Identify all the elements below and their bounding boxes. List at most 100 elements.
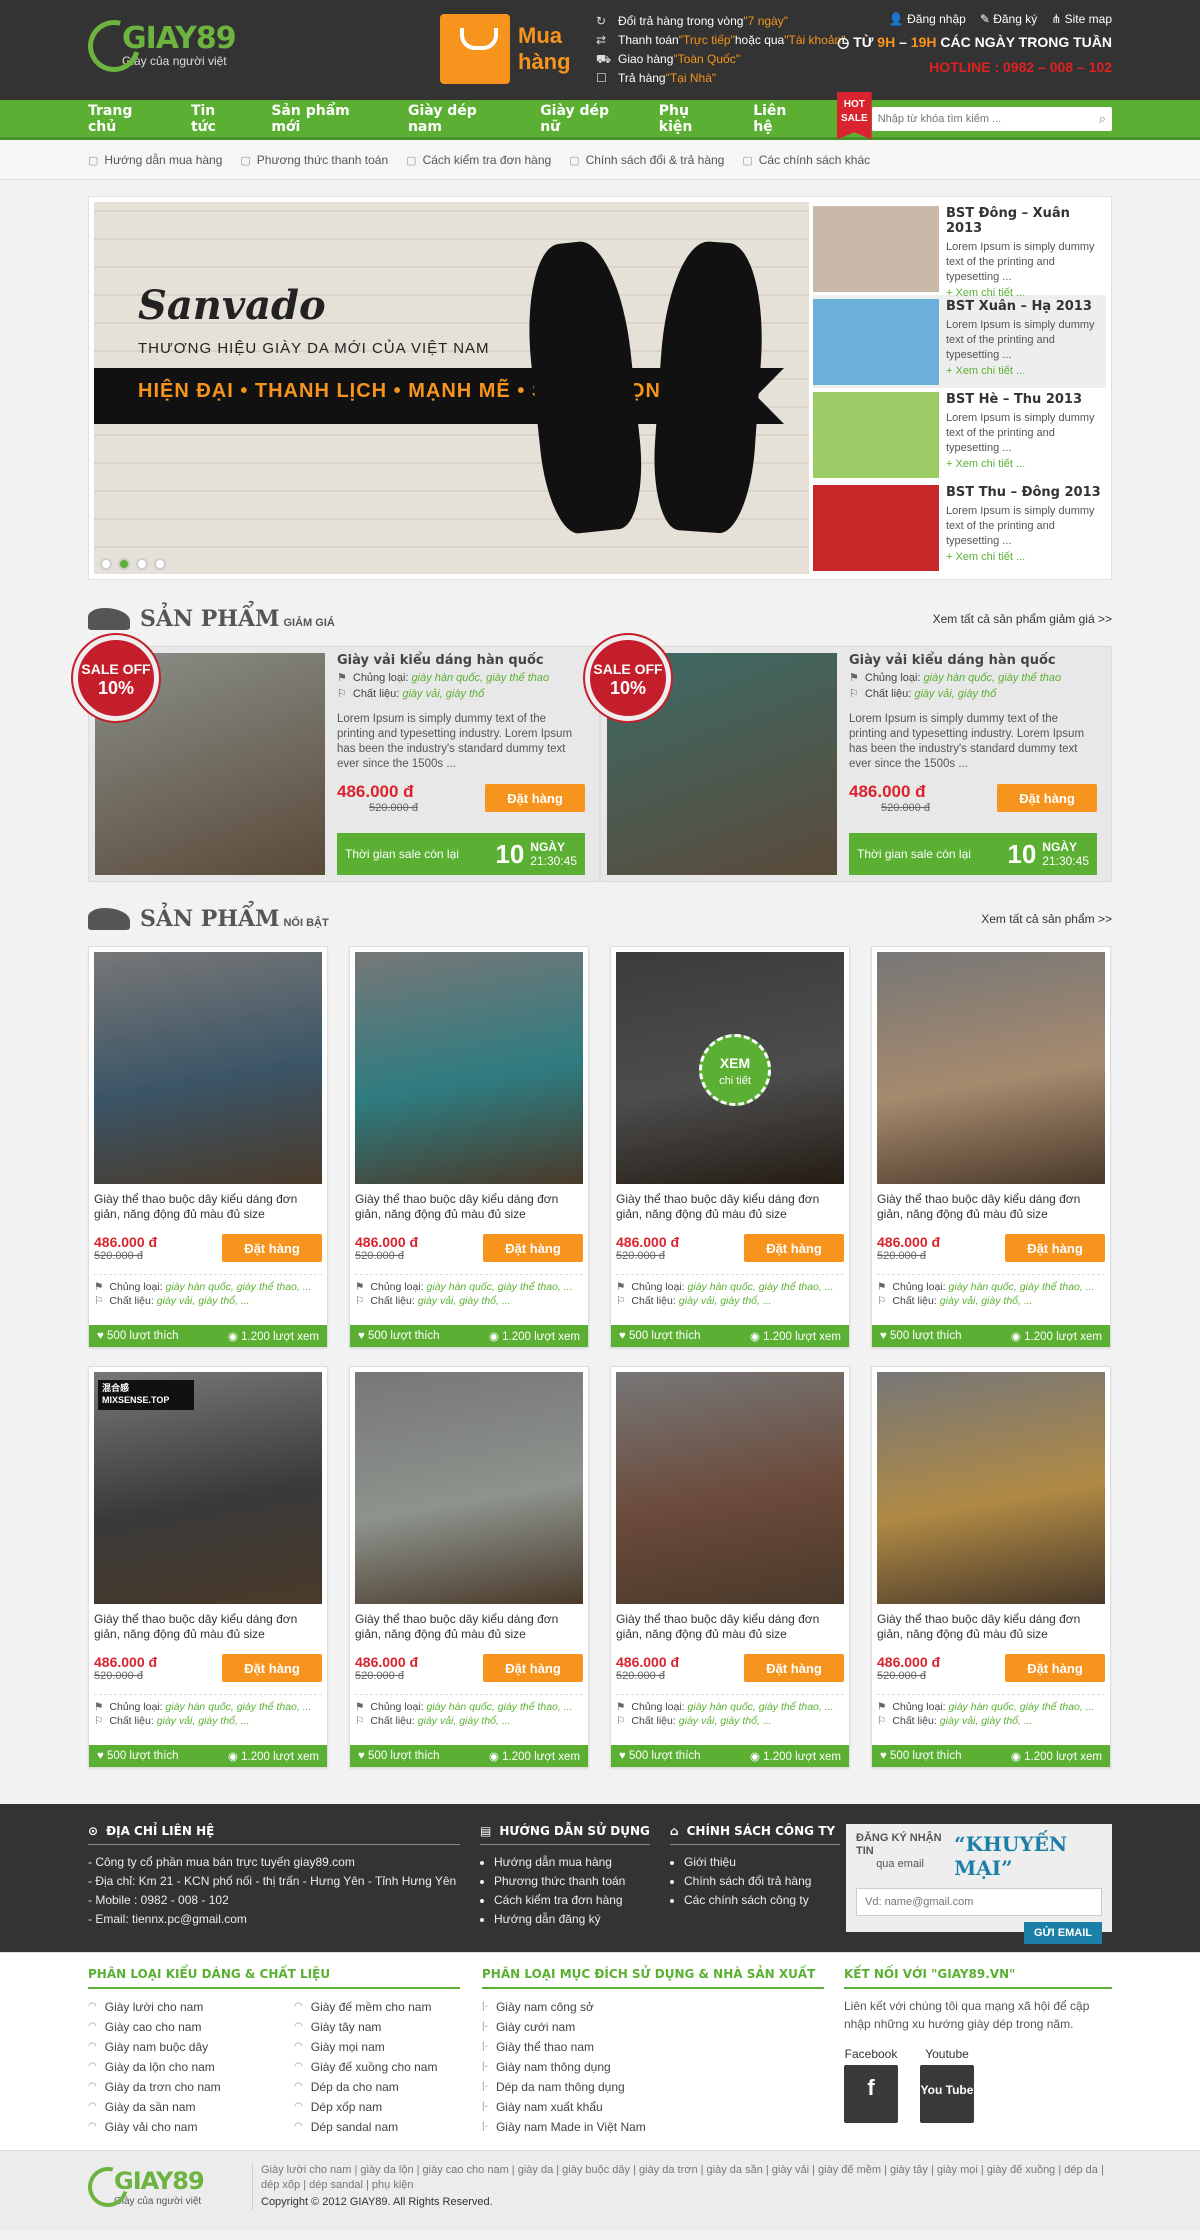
- use-category-link[interactable]: |- Giày nam xuất khẩu: [482, 2097, 824, 2117]
- order-button[interactable]: Đặt hàng: [483, 1654, 583, 1682]
- likes-count[interactable]: ♥ 500 lượt thích: [358, 1330, 440, 1342]
- likes-count[interactable]: ♥ 500 lượt thích: [619, 1330, 701, 1342]
- product-image[interactable]: [877, 952, 1105, 1184]
- product-image[interactable]: [877, 1372, 1105, 1604]
- order-button[interactable]: Đặt hàng: [744, 1234, 844, 1262]
- collection-item[interactable]: BST Hè – Thu 2013 Lorem Ipsum is simply d…: [813, 388, 1106, 481]
- likes-count[interactable]: ♥ 500 lượt thích: [880, 1750, 962, 1762]
- category-link[interactable]: ◠ Dép xốp nam: [294, 2097, 437, 2117]
- product-name[interactable]: Giày thể thao buộc dây kiểu dáng đơn giả…: [94, 1612, 322, 1642]
- product-image[interactable]: [94, 952, 322, 1184]
- product-image[interactable]: [616, 1372, 844, 1604]
- category-link[interactable]: ◠ Giày mọi nam: [294, 2037, 437, 2057]
- nav-item[interactable]: Liên hệ: [753, 103, 809, 135]
- nav-item[interactable]: Giày dép nam: [408, 103, 512, 135]
- sitemap-link[interactable]: ⋔ Site map: [1051, 12, 1112, 26]
- subnav-item[interactable]: ▢ Các chính sách khác: [742, 153, 870, 167]
- subnav-item[interactable]: ▢ Phương thức thanh toán: [240, 153, 388, 167]
- facebook-link[interactable]: Facebook f: [844, 2047, 898, 2123]
- slider-dot[interactable]: [136, 558, 148, 570]
- email-field[interactable]: [856, 1888, 1102, 1916]
- category-link[interactable]: ◠ Dép da cho nam: [294, 2077, 437, 2097]
- guide-link[interactable]: Hướng dẫn mua hàng: [494, 1853, 650, 1872]
- use-category-link[interactable]: |- Giày nam công sở: [482, 1997, 824, 2017]
- send-email-button[interactable]: GỬI EMAIL: [1023, 1922, 1102, 1944]
- product-image[interactable]: XEM chi tiết: [616, 952, 844, 1184]
- subnav-item[interactable]: ▢ Hướng dẫn mua hàng: [88, 153, 222, 167]
- nav-item[interactable]: Tin tức: [191, 103, 243, 135]
- view-all-products-link[interactable]: Xem tất cả sản phẩm >>: [981, 912, 1112, 926]
- product-image[interactable]: [355, 1372, 583, 1604]
- product-name[interactable]: Giày thể thao buộc dây kiểu dáng đơn giả…: [355, 1192, 583, 1222]
- slider-dot[interactable]: [100, 558, 112, 570]
- subnav-item[interactable]: ▢ Chính sách đổi & trả hàng: [569, 153, 724, 167]
- category-link[interactable]: ◠ Giày đế xuồng cho nam: [294, 2057, 437, 2077]
- use-category-link[interactable]: |- Giày nam Made in Việt Nam: [482, 2117, 824, 2137]
- category-link[interactable]: ◠ Giày cao cho nam: [88, 2017, 294, 2037]
- product-name[interactable]: Giày thể thao buộc dây kiểu dáng đơn giả…: [877, 1192, 1105, 1222]
- policy-link[interactable]: Giới thiệu: [684, 1853, 840, 1872]
- policy-link[interactable]: Các chính sách công ty: [684, 1891, 840, 1910]
- collection-item[interactable]: BST Thu – Đông 2013 Lorem Ipsum is simply…: [813, 481, 1106, 574]
- product-name[interactable]: Giày thể thao buộc dây kiểu dáng đơn giả…: [94, 1192, 322, 1222]
- category-link[interactable]: ◠ Giày đế mềm cho nam: [294, 1997, 437, 2017]
- likes-count[interactable]: ♥ 500 lượt thích: [619, 1750, 701, 1762]
- register-link[interactable]: ✎ Đăng ký: [980, 12, 1037, 26]
- product-image[interactable]: 混合感 MIXSENSE.TOP: [94, 1372, 322, 1604]
- nav-item[interactable]: Giày dép nữ: [540, 103, 631, 135]
- product-title[interactable]: Giày vải kiểu dáng hàn quốc: [849, 653, 1097, 668]
- collection-more-link[interactable]: + Xem chi tiết ...: [946, 287, 1106, 299]
- slider-dot[interactable]: [154, 558, 166, 570]
- collection-item[interactable]: BST Xuân – Hạ 2013 Lorem Ipsum is simply …: [813, 295, 1106, 388]
- nav-item[interactable]: Sản phẩm mới: [271, 103, 380, 135]
- product-name[interactable]: Giày thể thao buộc dây kiểu dáng đơn giả…: [877, 1612, 1105, 1642]
- youtube-link[interactable]: Youtube You Tube: [920, 2047, 974, 2123]
- guide-link[interactable]: Hướng dẫn đăng ký: [494, 1910, 650, 1929]
- order-button[interactable]: Đặt hàng: [1005, 1654, 1105, 1682]
- policy-link[interactable]: Chính sách đổi trả hàng: [684, 1872, 840, 1891]
- likes-count[interactable]: ♥ 500 lượt thích: [358, 1750, 440, 1762]
- guide-link[interactable]: Phương thức thanh toán: [494, 1872, 650, 1891]
- likes-count[interactable]: ♥ 500 lượt thích: [97, 1750, 179, 1762]
- category-link[interactable]: ◠ Giày lười cho nam: [88, 1997, 294, 2017]
- use-category-link[interactable]: |- Giày cưới nam: [482, 2017, 824, 2037]
- collection-more-link[interactable]: + Xem chi tiết ...: [946, 458, 1106, 470]
- footer-logo[interactable]: GIAY89 Giày của người việt: [80, 2159, 252, 2214]
- order-button[interactable]: Đặt hàng: [744, 1654, 844, 1682]
- nav-item[interactable]: Trang chủ: [88, 103, 163, 135]
- cart-button[interactable]: Mua hàng: [440, 14, 574, 84]
- category-link[interactable]: ◠ Dép sandal nam: [294, 2117, 437, 2137]
- subnav-item[interactable]: ▢ Cách kiểm tra đơn hàng: [406, 153, 551, 167]
- guide-link[interactable]: Cách kiểm tra đơn hàng: [494, 1891, 650, 1910]
- category-link[interactable]: ◠ Giày nam buộc dây: [88, 2037, 294, 2057]
- hero-banner[interactable]: Sanvado THƯƠNG HIỆU GIÀY DA MỚI CỦA VIỆT…: [94, 202, 809, 574]
- order-button[interactable]: Đặt hàng: [483, 1234, 583, 1262]
- tag-links[interactable]: Giày lười cho nam | giày da lộn | giày c…: [261, 2163, 1112, 2193]
- login-link[interactable]: 👤 Đăng nhập: [889, 12, 966, 26]
- search-icon[interactable]: ⌕: [1099, 111, 1106, 127]
- order-button[interactable]: Đặt hàng: [485, 784, 585, 812]
- category-link[interactable]: ◠ Giày da trơn cho nam: [88, 2077, 294, 2097]
- hot-sale-badge[interactable]: HOT SALE: [836, 91, 872, 140]
- collection-item[interactable]: BST Đông – Xuân 2013 Lorem Ipsum is simpl…: [813, 202, 1106, 299]
- collection-more-link[interactable]: + Xem chi tiết ...: [946, 551, 1106, 563]
- category-link[interactable]: ◠ Giày vải cho nam: [88, 2117, 294, 2137]
- category-link[interactable]: ◠ Giày da sần nam: [88, 2097, 294, 2117]
- product-name[interactable]: Giày thể thao buộc dây kiểu dáng đơn giả…: [355, 1612, 583, 1642]
- product-name[interactable]: Giày thể thao buộc dây kiểu dáng đơn giả…: [616, 1612, 844, 1642]
- category-link[interactable]: ◠ Giày tây nam: [294, 2017, 437, 2037]
- product-name[interactable]: Giày thể thao buộc dây kiểu dáng đơn giả…: [616, 1192, 844, 1222]
- product-image[interactable]: [355, 952, 583, 1184]
- product-title[interactable]: Giày vải kiểu dáng hàn quốc: [337, 653, 585, 668]
- view-detail-button[interactable]: XEM chi tiết: [699, 1034, 771, 1106]
- order-button[interactable]: Đặt hàng: [222, 1234, 322, 1262]
- likes-count[interactable]: ♥ 500 lượt thích: [97, 1330, 179, 1342]
- use-category-link[interactable]: |- Dép da nam thông dụng: [482, 2077, 824, 2097]
- slider-dot[interactable]: [118, 558, 130, 570]
- category-link[interactable]: ◠ Giày da lộn cho nam: [88, 2057, 294, 2077]
- likes-count[interactable]: ♥ 500 lượt thích: [880, 1330, 962, 1342]
- order-button[interactable]: Đặt hàng: [997, 784, 1097, 812]
- order-button[interactable]: Đặt hàng: [222, 1654, 322, 1682]
- use-category-link[interactable]: |- Giày thể thao nam: [482, 2037, 824, 2057]
- collection-more-link[interactable]: + Xem chi tiết ...: [946, 365, 1106, 377]
